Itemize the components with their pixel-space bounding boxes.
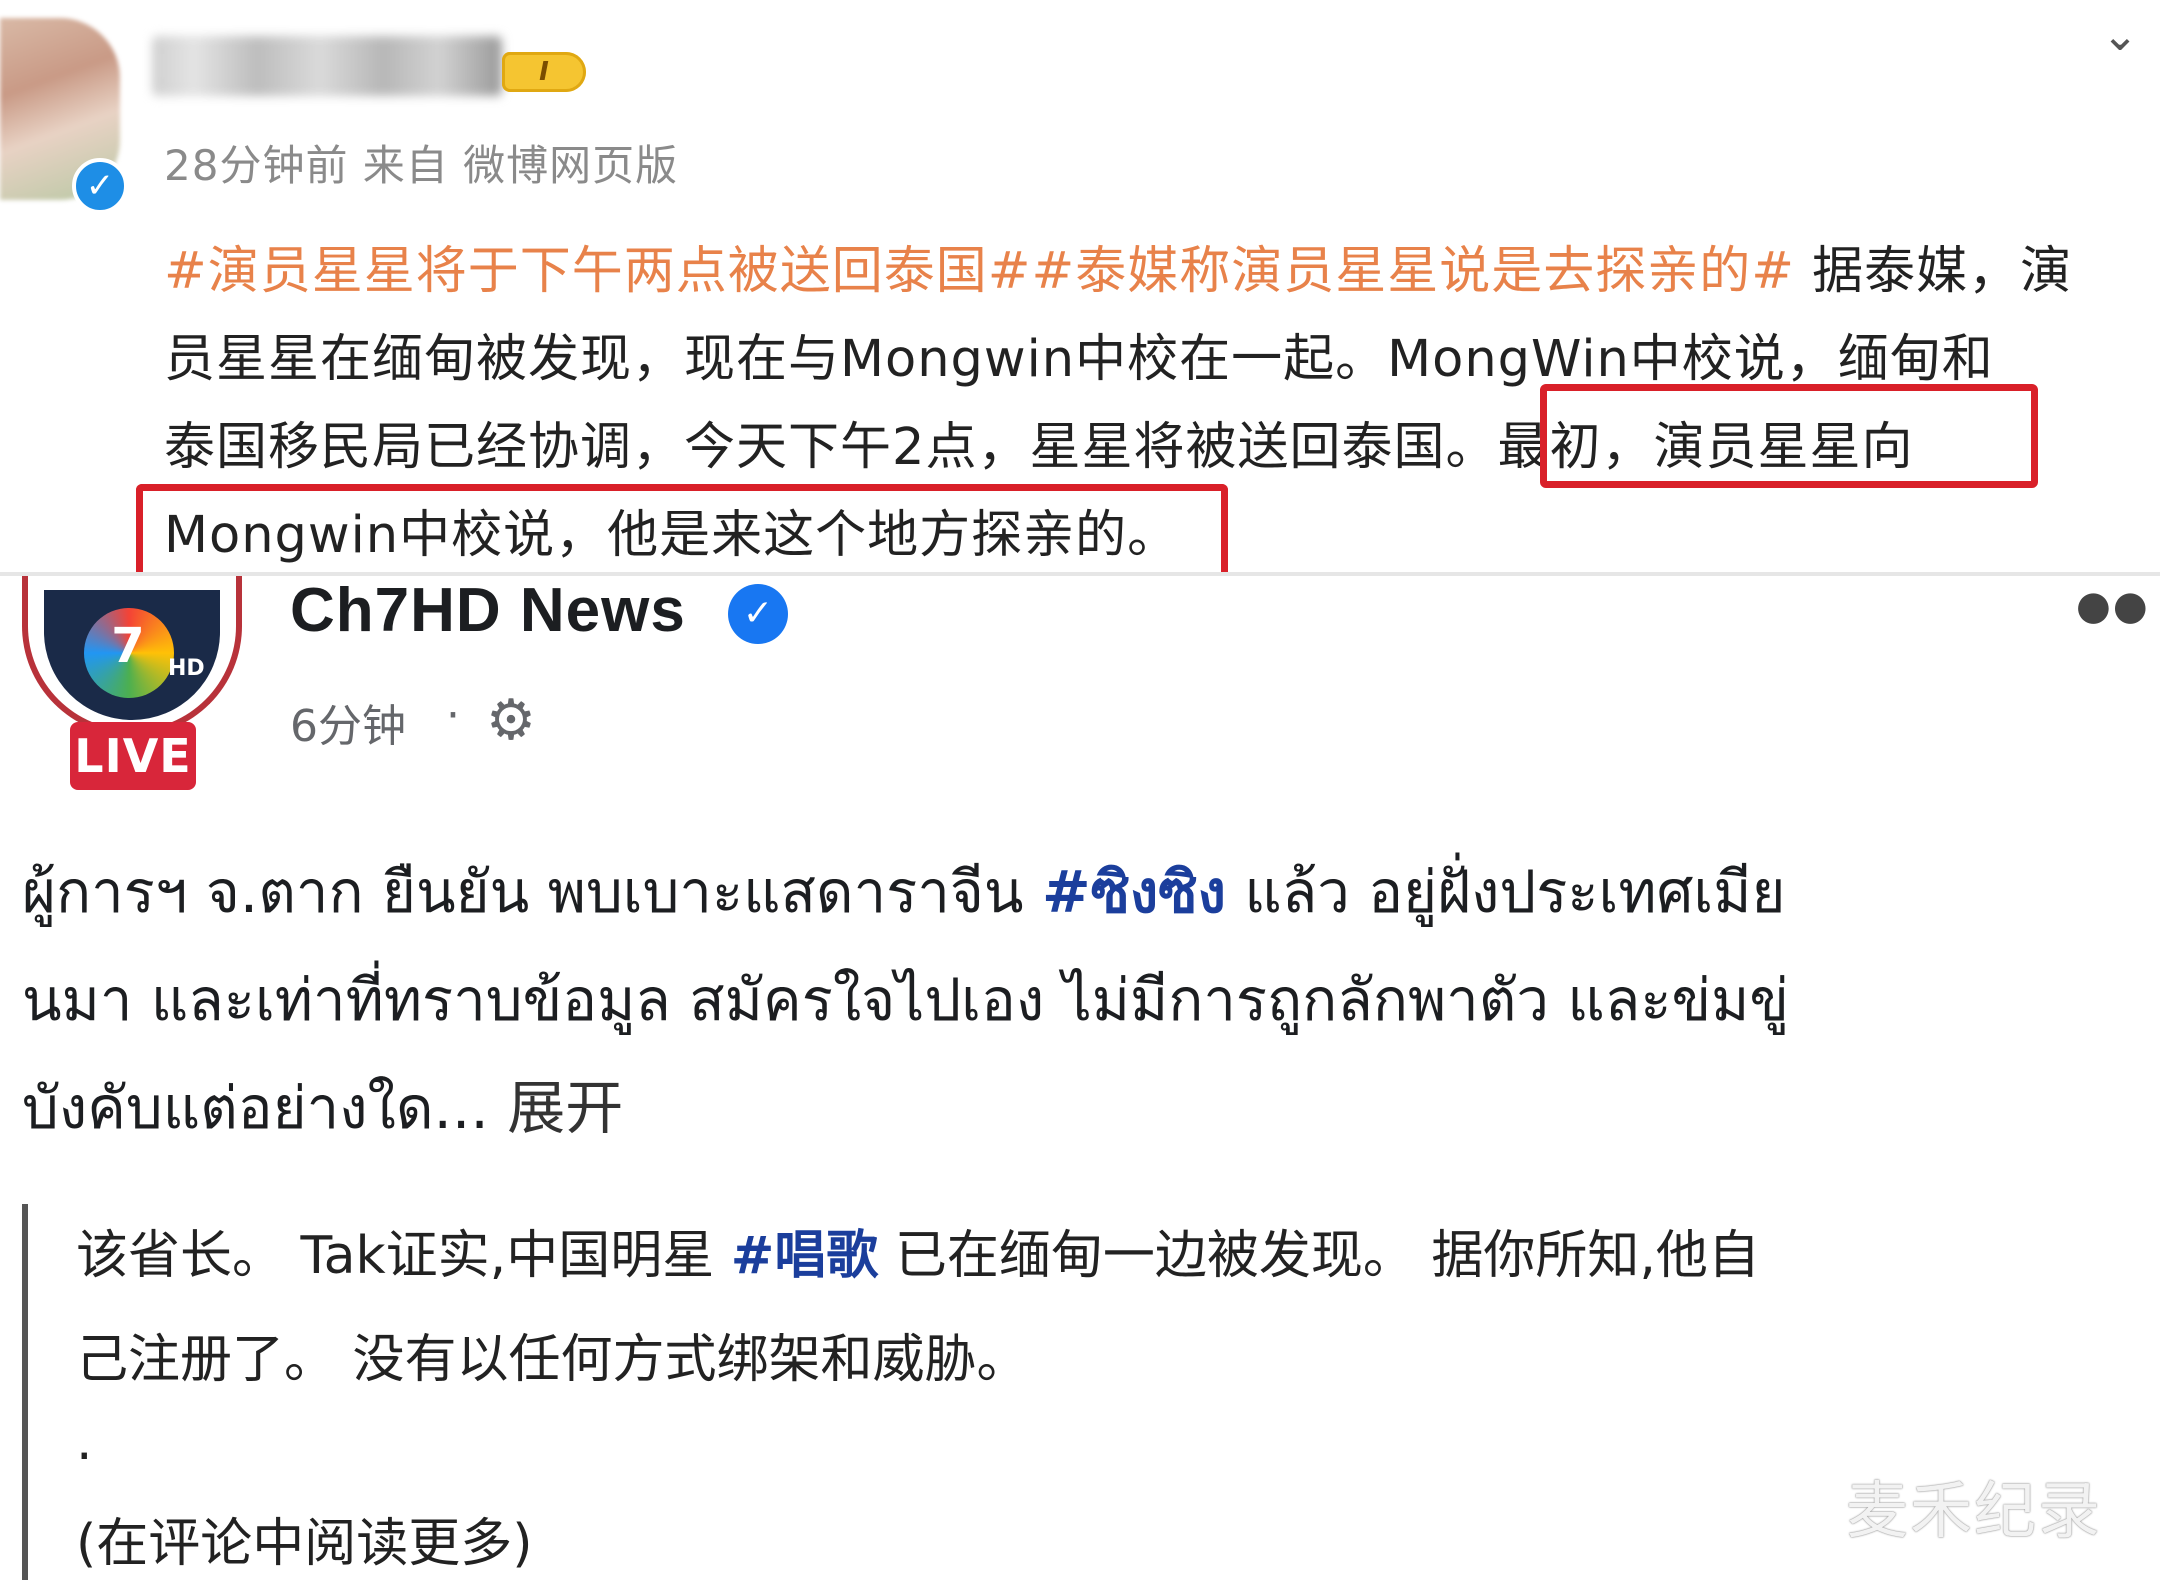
watermark: 麦禾纪录 [1846,1474,2103,1547]
live-badge: LIVE [70,722,196,790]
logo-number: 7 [111,618,145,674]
post-text: ผู้การฯ จ.ตาก ยืนยัน พบเบาะแสดาราจีน [22,858,1042,926]
highlight-box [1540,384,2038,488]
translation-line: 该省长。 Tak证实,中国明星 #唱歌 已在缅甸一边被发现。 据你所知,他自 [76,1204,2126,1308]
translation-line: 己注册了。 没有以任何方式绑架和威胁。 [76,1330,1029,1390]
chevron-down-icon[interactable]: ⌄ [2094,10,2146,62]
avatar[interactable]: ✓ [0,18,128,214]
page-name[interactable]: Ch7HD News [290,576,686,646]
hashtag-link[interactable]: #唱歌 [731,1226,879,1286]
translation-text: 该省长。 Tak证实,中国明星 #唱歌 已在缅甸一边被发现。 据你所知,他自 己… [76,1204,2126,1596]
username-blurred[interactable] [152,36,502,96]
translation-text: 该省长。 Tak证实,中国明星 [76,1226,731,1286]
user-level-badge: I [502,52,586,92]
translation-block: 该省长。 Tak证实,中国明星 #唱歌 已在缅甸一边被发现。 据你所知,他自 己… [22,1204,2142,1580]
verified-badge-icon: ✓ [728,584,788,644]
more-options-icon[interactable]: ●● [2076,586,2156,626]
translation-text: 已在缅甸一边被发现。 据你所知,他自 [878,1226,1760,1286]
post-meta: 28分钟前 来自 微博网页版 [164,141,679,190]
translation-dot: . [76,1412,93,1472]
weibo-post: ✓ I ⌄ 28分钟前 来自 微博网页版 #演员星星将于下午两点被送回泰国##泰… [0,0,2160,576]
highlight-box [136,484,1228,576]
gear-icon: ⚙ [485,688,537,753]
expand-link[interactable]: 展开 [489,1074,623,1142]
post-time[interactable]: 6分钟 [290,690,406,754]
news-post: 7 HD LIVE Ch7HD News ✓ ●● 6分钟 · ⚙ ผู้การ… [0,576,2160,1580]
hashtag-link[interactable]: #演员星星将于下午两点被送回泰国##泰媒称演员星星说是去探亲的# [164,242,1795,301]
post-body: ผู้การฯ จ.ตาก ยืนยัน พบเบาะแสดาราจีน #ซิ… [22,838,2142,1162]
post-text: บังคับแต่อย่างใด... [22,1074,489,1142]
hashtag-link[interactable]: #ซิงซิง [1042,858,1226,926]
post-text: แล้ว อยู่ฝั่งประเทศเมีย [1225,858,1786,926]
post-line: นมา และเท่าที่ทราบข้อมูล สมัครใจไปเอง ไม… [22,966,1790,1034]
post-text: 据泰媒，演 [1794,242,2073,301]
logo-hd: HD [168,656,205,681]
verified-check-icon: ✓ [72,158,128,214]
post-line: บังคับแต่อย่างใด... 展开 [22,1054,2142,1162]
post-line: ผู้การฯ จ.ตาก ยืนยัน พบเบาะแสดาราจีน #ซิ… [22,838,2142,946]
time-separator: · [446,690,460,741]
post-line: #演员星星将于下午两点被送回泰国##泰媒称演员星星说是去探亲的# 据泰媒，演 [164,228,2144,316]
read-more-link[interactable]: (在评论中阅读更多) [76,1492,2126,1596]
